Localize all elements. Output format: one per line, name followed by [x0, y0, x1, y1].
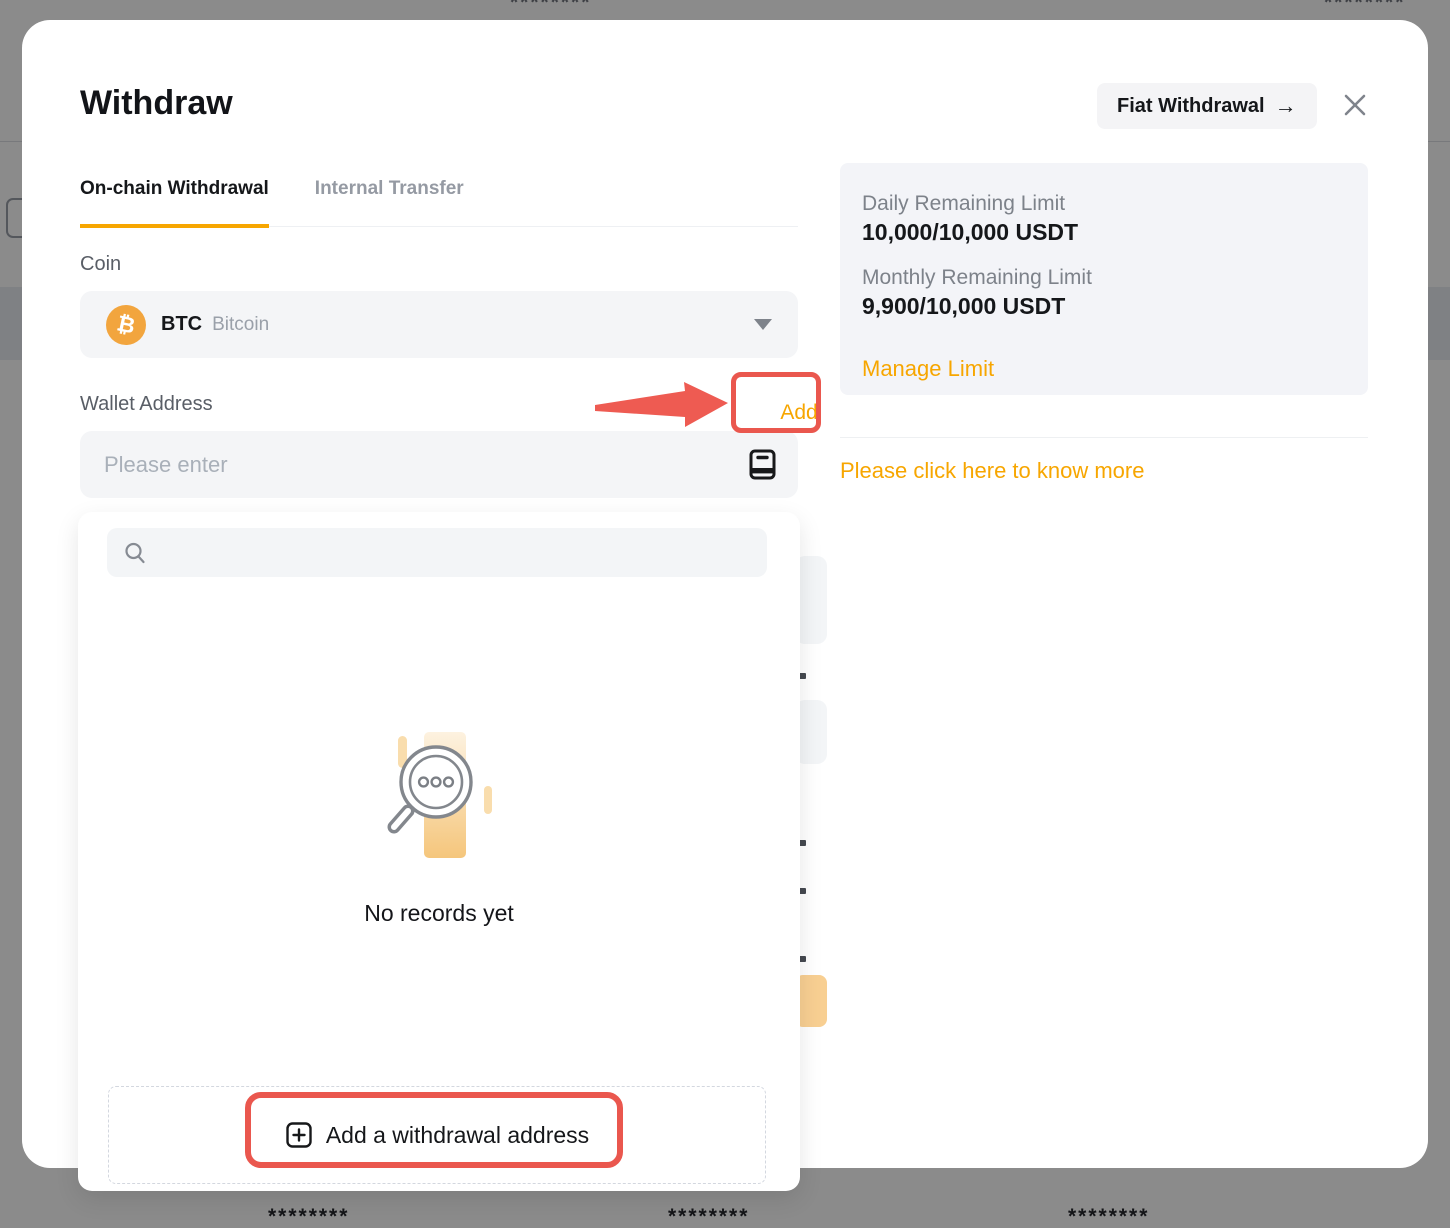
coin-symbol: BTC [161, 313, 202, 336]
bitcoin-icon: ₿ [106, 305, 146, 345]
manage-limit-link[interactable]: Manage Limit [862, 356, 994, 382]
add-withdrawal-address-label: Add a withdrawal address [326, 1122, 589, 1149]
masked-value: ******** [268, 1205, 349, 1228]
address-book-dropdown: No records yet Add a withdrawal address [78, 512, 800, 1191]
coin-select[interactable]: ₿ BTC Bitcoin [80, 291, 798, 358]
add-withdrawal-address-button[interactable]: Add a withdrawal address [108, 1086, 766, 1184]
coin-name: Bitcoin [212, 314, 269, 336]
monthly-limit-value: 9,900/10,000 USDT [862, 291, 1346, 321]
fiat-withdrawal-label: Fiat Withdrawal [1117, 95, 1265, 118]
divider [840, 437, 1368, 438]
fiat-withdrawal-button[interactable]: Fiat Withdrawal → [1097, 83, 1317, 129]
withdraw-tabs: On-chain Withdrawal Internal Transfer [80, 178, 798, 227]
wallet-address-input[interactable] [102, 451, 749, 479]
masked-value: ******** [1324, 0, 1405, 15]
coin-label: Coin [80, 253, 121, 276]
arrow-right-icon: → [1275, 95, 1297, 117]
monthly-limit-label: Monthly Remaining Limit [862, 264, 1346, 291]
daily-limit-label: Daily Remaining Limit [862, 190, 1346, 217]
address-search-input[interactable] [157, 540, 751, 565]
address-search-field [107, 528, 767, 577]
no-records-text: No records yet [78, 900, 800, 927]
add-address-link[interactable]: Add [759, 392, 839, 434]
close-icon[interactable] [1342, 92, 1368, 118]
search-icon [123, 541, 147, 565]
masked-value: ******** [668, 1205, 749, 1228]
wallet-address-label: Wallet Address [80, 393, 213, 416]
know-more-link[interactable]: Please click here to know more [840, 458, 1144, 484]
tab-onchain-withdrawal[interactable]: On-chain Withdrawal [80, 178, 269, 228]
masked-value: ******** [510, 0, 591, 15]
no-records-illustration [78, 726, 800, 868]
address-book-icon[interactable] [749, 449, 776, 480]
screen: ******** ******** ******** ******** ****… [0, 0, 1450, 1228]
chevron-down-icon [754, 319, 772, 330]
masked-value: ******** [1068, 1205, 1149, 1228]
daily-limit-value: 10,000/10,000 USDT [862, 217, 1346, 247]
page-title: Withdraw [80, 84, 233, 123]
wallet-address-field [80, 431, 798, 498]
tab-internal-transfer[interactable]: Internal Transfer [315, 178, 464, 226]
plus-square-icon [285, 1121, 313, 1149]
limits-card: Daily Remaining Limit 10,000/10,000 USDT… [840, 163, 1368, 395]
